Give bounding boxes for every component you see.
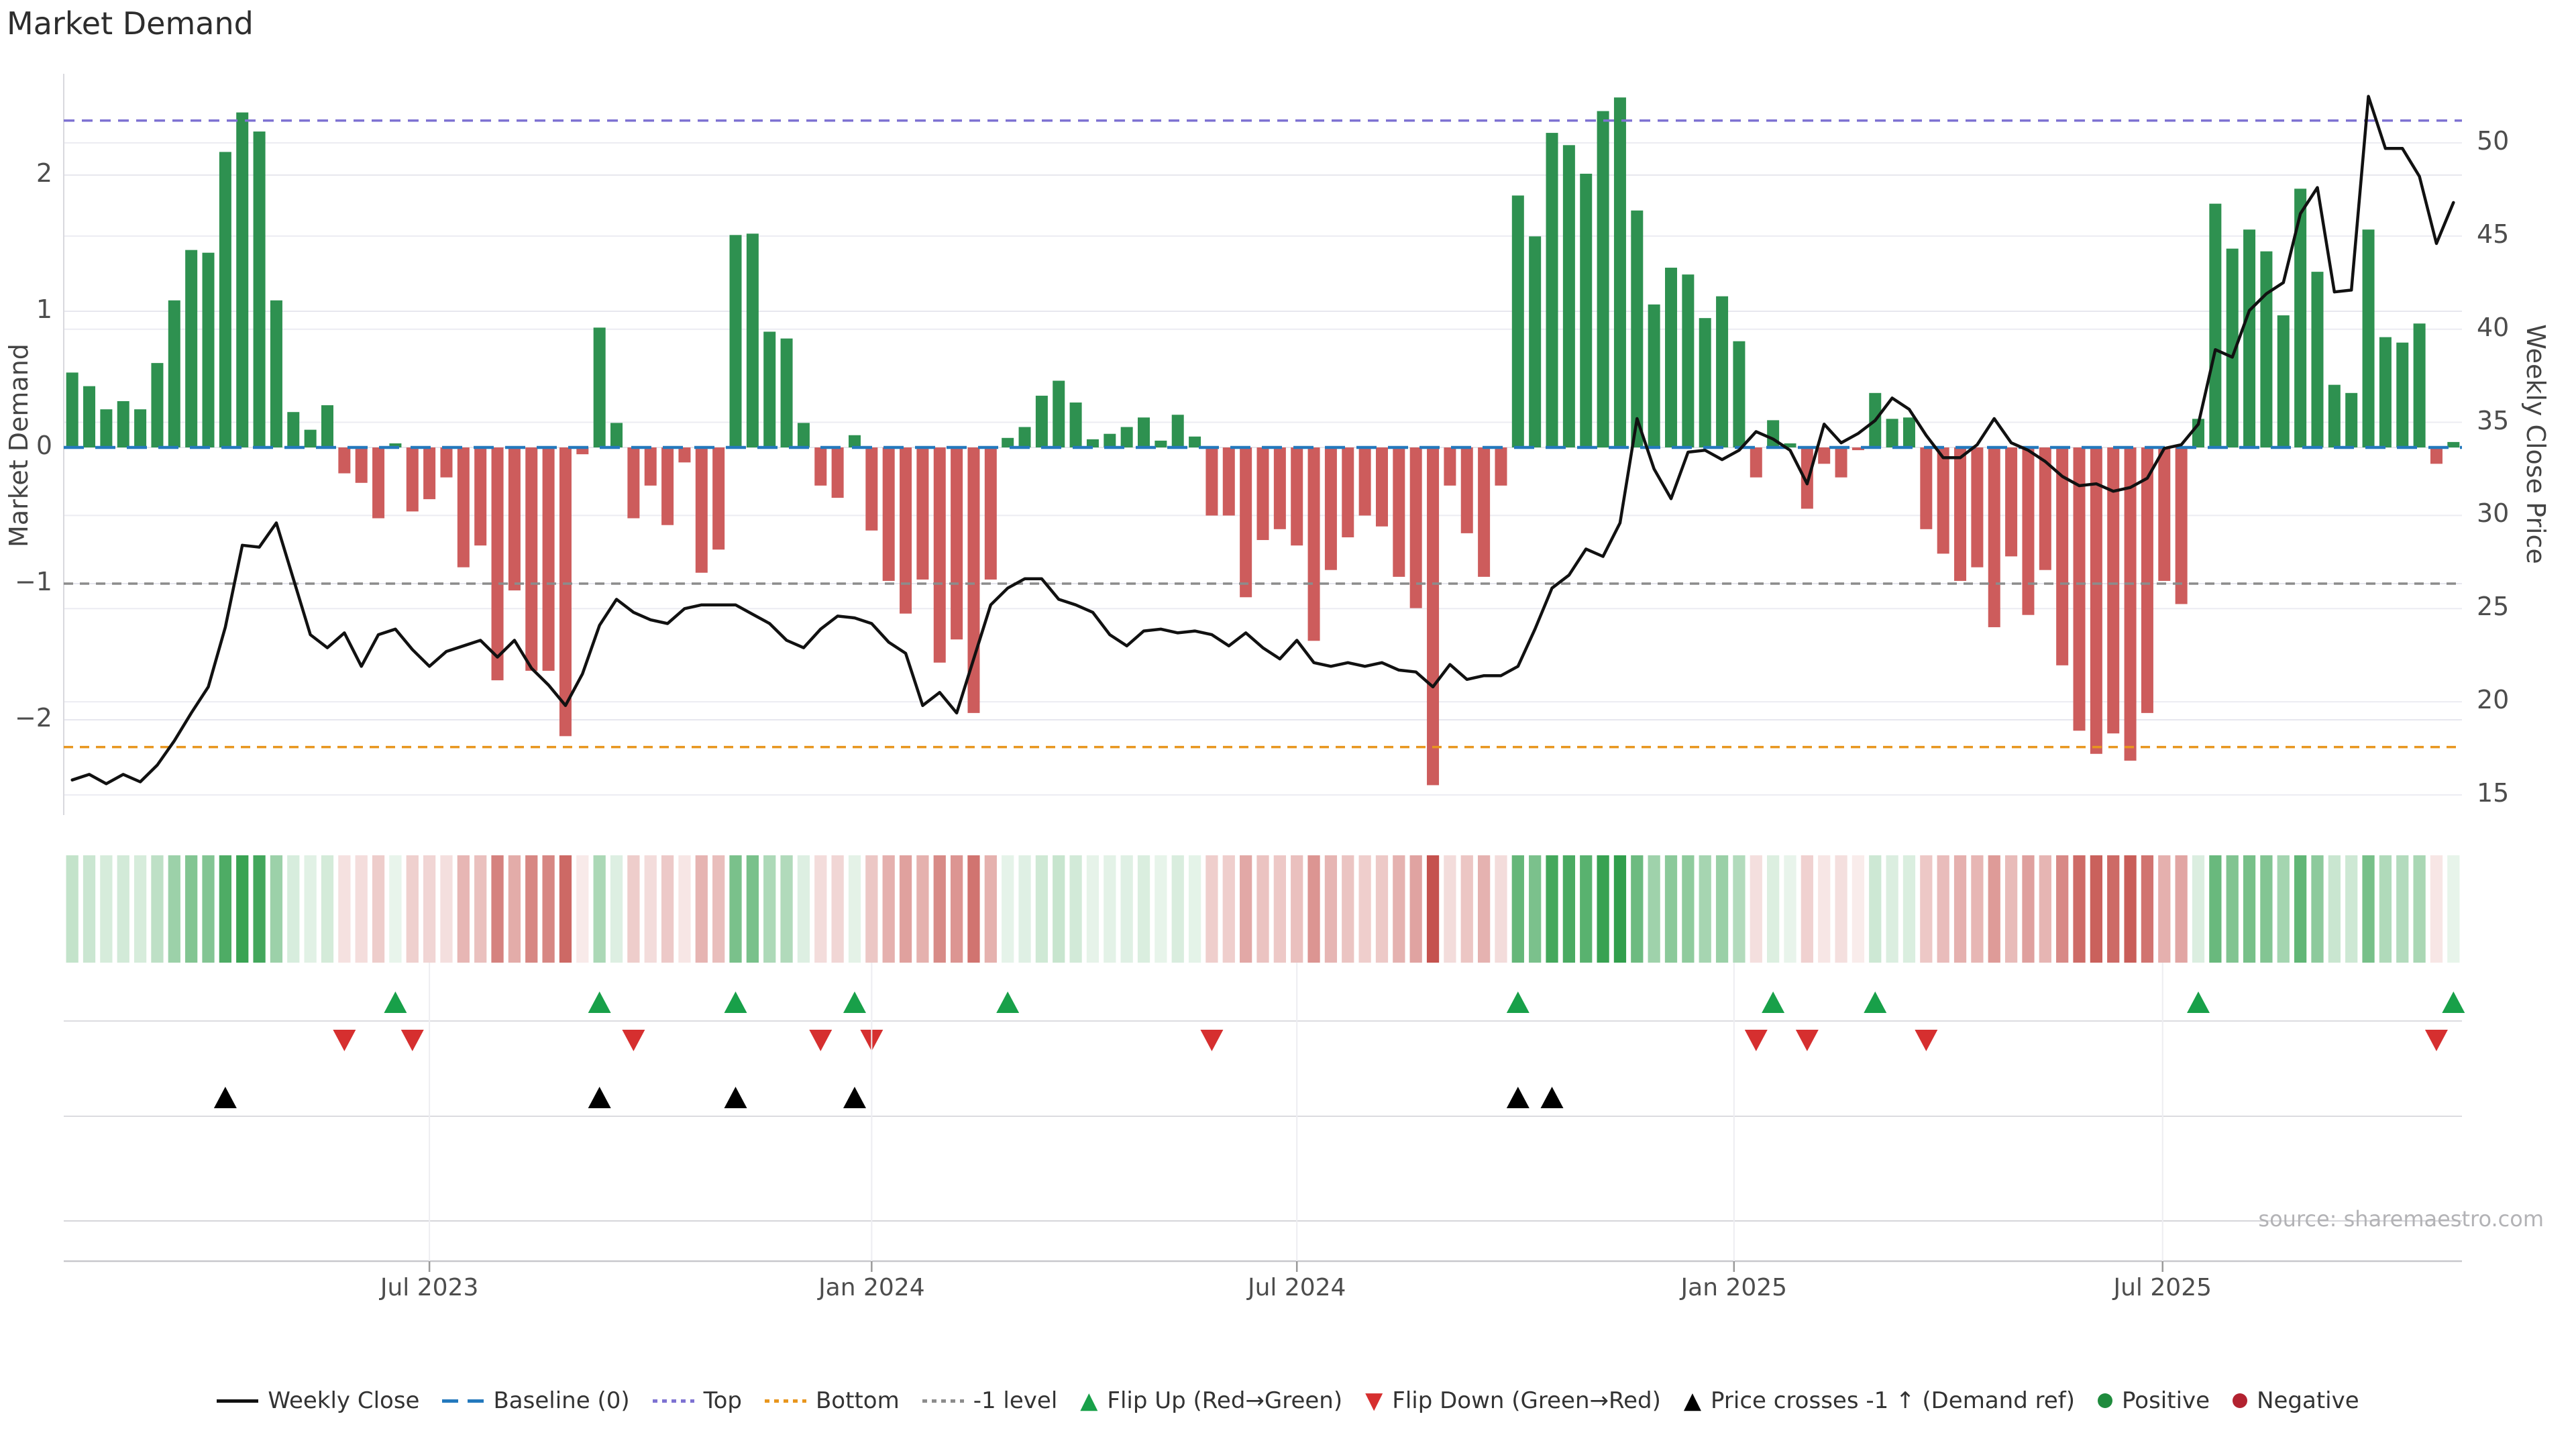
triangle-down-icon: ▼: [1365, 1389, 1383, 1412]
legend-item: ▼ Flip Down (Green→Red): [1365, 1387, 1661, 1414]
line-swatch-icon: [217, 1399, 258, 1403]
dotted-line-swatch-icon: [653, 1399, 694, 1403]
heatmap-strip: [66, 855, 2460, 963]
left-axis-tick: −2: [5, 705, 52, 731]
source-text: source: sharemaestro.com: [2258, 1206, 2544, 1232]
legend-label: Flip Up (Red→Green): [1107, 1387, 1342, 1414]
legend-label: Flip Down (Green→Red): [1392, 1387, 1661, 1414]
right-axis-tick: 25: [2477, 594, 2509, 619]
left-axis-tick: −1: [5, 569, 52, 594]
legend-item: Bottom: [765, 1387, 900, 1414]
right-axis-tick: 35: [2477, 408, 2509, 433]
triangle-up-icon: ▲: [1080, 1389, 1097, 1412]
right-axis-tick: 15: [2477, 780, 2509, 806]
x-axis-tick: Jul 2024: [1248, 1276, 1346, 1300]
legend-item: ▲ Price crosses -1 ↑ (Demand ref): [1684, 1387, 2075, 1414]
left-axis-tick: 2: [5, 160, 52, 186]
market-demand-dashboard: Market Demand Market Demand Weekly Close…: [0, 0, 2576, 1449]
left-axis-tick: 0: [5, 433, 52, 458]
left-axis-tick: 1: [5, 297, 52, 322]
legend-item: Negative: [2233, 1387, 2359, 1414]
right-axis-tick: 30: [2477, 500, 2509, 526]
legend-item: Positive: [2098, 1387, 2210, 1414]
circle-swatch-icon: [2233, 1393, 2247, 1408]
price-cross-markers: [214, 1087, 1564, 1108]
legend-label: -1 level: [973, 1387, 1058, 1414]
legend-label: Baseline (0): [493, 1387, 629, 1414]
legend-label: Weekly Close: [268, 1387, 419, 1414]
right-axis-tick: 20: [2477, 687, 2509, 712]
dotted-line-swatch-icon: [765, 1399, 806, 1403]
legend-item: Baseline (0): [442, 1387, 629, 1414]
demand-bars: [66, 97, 2460, 785]
legend-item: Weekly Close: [217, 1387, 419, 1414]
x-axis-tick: Jan 2024: [818, 1276, 925, 1300]
x-axis-tick: Jan 2025: [1681, 1276, 1788, 1300]
x-axis-tick: Jul 2023: [380, 1276, 479, 1300]
legend-item: -1 level: [922, 1387, 1058, 1414]
legend: Weekly Close Baseline (0) Top Bottom -1 leve…: [0, 1387, 2576, 1414]
chart-canvas: [0, 0, 2576, 1449]
flip-up-markers: [384, 991, 2465, 1013]
triangle-up-icon: ▲: [1684, 1389, 1701, 1412]
circle-swatch-icon: [2098, 1393, 2112, 1408]
lower-axes: [64, 963, 2462, 1272]
right-axis-tick: 45: [2477, 221, 2509, 247]
legend-label: Bottom: [816, 1387, 900, 1414]
legend-item: ▲ Flip Up (Red→Green): [1080, 1387, 1342, 1414]
x-axis-tick: Jul 2025: [2114, 1276, 2212, 1300]
dashed-line-swatch-icon: [442, 1399, 484, 1403]
right-axis-tick: 50: [2477, 128, 2509, 154]
legend-item: Top: [653, 1387, 742, 1414]
legend-label: Negative: [2257, 1387, 2359, 1414]
right-axis-tick: 40: [2477, 315, 2509, 340]
legend-label: Top: [704, 1387, 742, 1414]
flip-down-markers: [333, 1030, 2448, 1051]
dotted-line-swatch-icon: [922, 1399, 964, 1403]
legend-label: Price crosses -1 ↑ (Demand ref): [1711, 1387, 2075, 1414]
legend-label: Positive: [2122, 1387, 2210, 1414]
